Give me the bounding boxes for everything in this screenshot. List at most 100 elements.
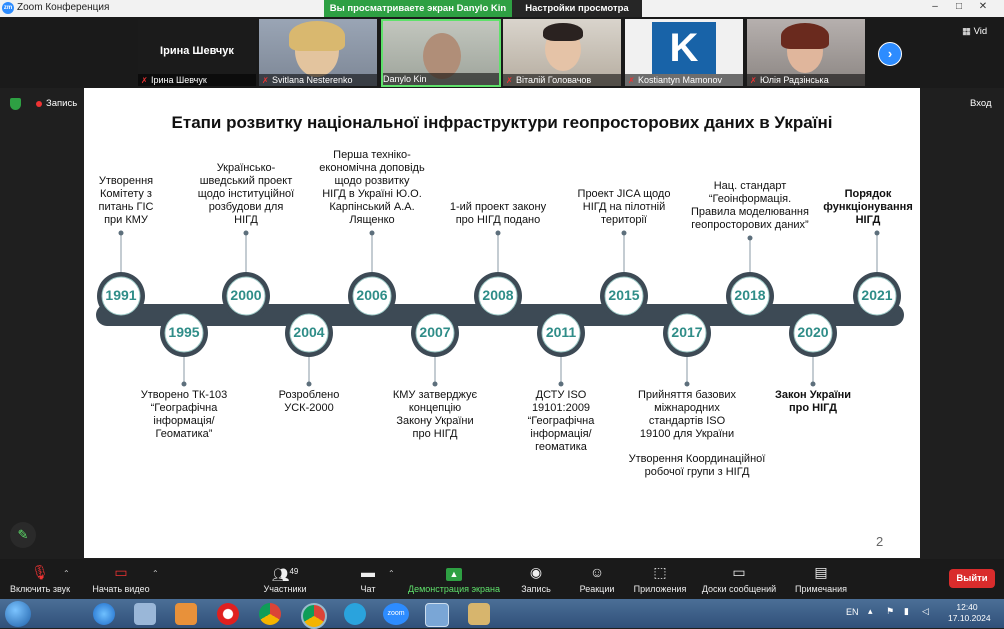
media-player-icon[interactable]: [175, 603, 197, 625]
whiteboards-label: Доски сообщений: [701, 584, 777, 594]
minimize-icon[interactable]: –: [924, 0, 946, 14]
smiley-icon: ☺: [589, 564, 605, 580]
timeline-caption: Перша техніко-економічна доповідь щодо ро…: [319, 149, 425, 226]
video-off-icon: ▭: [114, 564, 128, 580]
unmute-label: Включить звук: [9, 584, 71, 594]
security-shield-icon[interactable]: [10, 98, 21, 110]
timeline-caption: Проект JICA щодо НІГД на пілотній територі…: [577, 188, 671, 226]
leave-meeting-button[interactable]: Выйти: [949, 569, 995, 588]
apps-button[interactable]: ⬚ Приложения: [630, 564, 690, 594]
participant-name: Ірина Шевчук: [151, 75, 207, 85]
chat-button[interactable]: ▬ Чат: [354, 564, 382, 594]
slide-page-number: 2: [876, 534, 884, 549]
keyboard-language[interactable]: EN: [846, 607, 859, 617]
whiteboards-button[interactable]: ▭ Доски сообщений: [698, 564, 780, 594]
mic-muted-icon: ✗: [506, 76, 513, 85]
windows-start-icon[interactable]: [5, 601, 31, 627]
share-screen-label: Демонстрация экрана: [408, 584, 500, 594]
mic-muted-icon: ✗: [750, 76, 757, 85]
recording-dot-icon: [36, 101, 42, 107]
window-title: Zoom Конференция: [17, 2, 110, 13]
tray-arrow-icon[interactable]: ▴: [868, 606, 873, 617]
ie-browser-icon[interactable]: [93, 603, 115, 625]
chat-options-chevron-icon[interactable]: ⌃: [388, 569, 395, 578]
timeline-caption: КМУ затверджує концепцію Закону України про…: [392, 389, 478, 440]
record-label: Запись: [521, 584, 551, 594]
participant-video-hair: [543, 23, 583, 41]
app-icon[interactable]: [134, 603, 156, 625]
notes-label: Примечания: [795, 584, 847, 594]
participant-name: Danylo Kin: [383, 74, 427, 84]
opera-browser-icon[interactable]: [217, 603, 239, 625]
participant-name: Svitlana Nesterenko: [272, 75, 353, 85]
participant-featured-name: Ірина Шевчук: [160, 45, 234, 57]
participants-button[interactable]: 👥︎49 Участники: [262, 564, 308, 594]
participant-tile[interactable]: ✗ Юлія Радзінська: [747, 19, 865, 86]
shared-slide: Етапи розвитку національної інфраструкту…: [84, 88, 920, 558]
timeline-caption: Утворено ТК-103 “Географічна інформація/Ге…: [140, 389, 228, 440]
clock[interactable]: 12:40 17.10.2024: [948, 602, 991, 624]
record-button[interactable]: ◉ Запись: [518, 564, 554, 594]
annotate-pencil-icon[interactable]: ✎: [10, 522, 36, 548]
app-icon[interactable]: [425, 603, 449, 627]
timeline-caption-extra: Утворення Координаційної робочої групи з …: [628, 453, 766, 478]
notes-button[interactable]: ▤ Примечания: [790, 564, 852, 594]
view-settings-button[interactable]: Настройки просмотра: [512, 0, 642, 17]
timeline-caption: Розроблено УСК-2000: [278, 389, 340, 414]
chrome-browser-icon[interactable]: [301, 603, 327, 629]
mic-muted-icon: ✗: [628, 76, 635, 85]
participant-tile[interactable]: ✗ Віталій Головачов: [503, 19, 621, 86]
whiteboard-icon: ▭: [732, 564, 746, 580]
start-video-button[interactable]: ▭ Начать видео: [88, 564, 154, 594]
volume-icon[interactable]: ◁: [922, 606, 929, 617]
timeline-caption: Українсько-шведський проект щодо інституц…: [197, 162, 295, 226]
chat-label: Чат: [360, 584, 376, 594]
zoom-app-icon[interactable]: zoom: [383, 603, 409, 625]
view-button[interactable]: ▦ Vid: [962, 26, 987, 37]
zoom-logo-icon: zm: [2, 2, 14, 14]
paint-icon[interactable]: [468, 603, 490, 625]
clock-time: 12:40: [956, 602, 978, 612]
reactions-label: Реакции: [579, 584, 615, 594]
close-icon[interactable]: ✕: [972, 0, 994, 14]
start-video-label: Начать видео: [92, 584, 150, 594]
apps-icon: ⬚: [653, 564, 667, 580]
chat-bubble-icon: ▬: [361, 564, 375, 580]
participant-name: Віталій Головачов: [516, 75, 592, 85]
timeline-caption: ДСТУ ISO 19101:2009 “Географічна інформація…: [527, 389, 595, 453]
telegram-icon[interactable]: [344, 603, 366, 625]
participants-count: 49: [289, 567, 299, 576]
clock-date: 17.10.2024: [948, 613, 991, 623]
chrome-browser-icon[interactable]: [259, 603, 281, 625]
view-label: Vid: [973, 26, 988, 37]
exit-fullscreen-button[interactable]: Вход: [970, 98, 992, 109]
video-options-chevron-icon[interactable]: ⌃: [152, 569, 159, 578]
timeline-caption: Прийняття базових міжнародних стандартів I…: [637, 389, 736, 440]
participant-tile[interactable]: Ірина Шевчук ✗ Ірина Шевчук: [138, 19, 256, 86]
maximize-icon[interactable]: □: [948, 0, 970, 14]
participant-avatar: K: [652, 22, 716, 74]
share-screen-icon: ▲: [404, 564, 504, 581]
timeline-caption: Утворення Комітету з питань ГІС при КМУ: [98, 175, 154, 226]
participant-name: Kostiantyn Mamonov: [638, 75, 723, 85]
people-icon: 👥︎49: [271, 566, 299, 583]
participant-video-hair: [289, 21, 345, 51]
participant-video-hair: [781, 23, 829, 49]
participant-name: Юлія Радзінська: [760, 75, 829, 85]
apps-label: Приложения: [633, 584, 687, 594]
next-page-arrow-icon[interactable]: ›: [878, 42, 902, 66]
recording-indicator[interactable]: Запись: [46, 98, 77, 109]
audio-options-chevron-icon[interactable]: ⌃: [63, 569, 70, 578]
flag-icon[interactable]: ⚑: [886, 606, 894, 617]
participant-tile[interactable]: K ✗ Kostiantyn Mamonov: [625, 19, 743, 86]
participants-label: Участники: [263, 584, 307, 594]
participant-tile-active-speaker[interactable]: Danylo Kin: [381, 19, 501, 87]
share-screen-button[interactable]: ▲ Демонстрация экрана: [404, 564, 504, 594]
participant-tile[interactable]: ✗ Svitlana Nesterenko: [259, 19, 377, 86]
timeline-caption: 1-ий проект закону про НІГД подано: [449, 201, 547, 226]
timeline-caption: Нац. стандарт “Геоінформація. Правила моде…: [691, 180, 809, 231]
network-icon[interactable]: ▮: [904, 606, 909, 617]
reactions-button[interactable]: ☺ Реакции: [574, 564, 620, 594]
record-icon: ◉: [529, 564, 543, 580]
timeline-caption: Закон України про НІГД: [774, 389, 852, 414]
